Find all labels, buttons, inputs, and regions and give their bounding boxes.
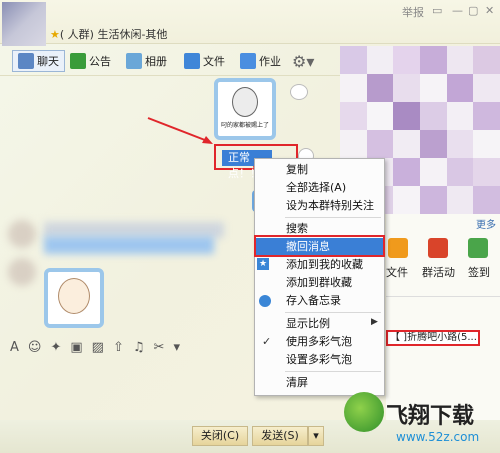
tab-chat[interactable]: 聊天: [12, 50, 65, 72]
avatar[interactable]: [8, 258, 36, 286]
activity-icon[interactable]: [428, 238, 448, 258]
sender-avatar[interactable]: [290, 84, 308, 100]
menu-item-special-follow[interactable]: 设为本群特别关注: [255, 197, 384, 215]
scissors-icon[interactable]: ✂: [154, 340, 174, 355]
menu-separator: [285, 312, 381, 313]
sticker-caption: 叼的家都被赐上了: [220, 122, 269, 129]
sticker-face: [232, 87, 258, 117]
close-button[interactable]: 关闭(C): [192, 426, 248, 446]
star-icon: ★: [50, 28, 60, 41]
image-icon[interactable]: ▨: [92, 340, 113, 355]
magic-icon[interactable]: ✦: [50, 340, 70, 355]
toolbar: 聊天 公告 相册 文件 作业 ⚙▾: [0, 46, 340, 76]
laughing-face-icon: [58, 278, 90, 314]
checkin-icon[interactable]: [468, 238, 488, 258]
more-icon[interactable]: ▾: [173, 340, 189, 355]
maximize-icon[interactable]: ▢: [468, 4, 478, 17]
menu-item-add-group-favorite[interactable]: 添加到群收藏: [255, 274, 384, 292]
font-icon[interactable]: A: [10, 340, 28, 355]
flag-icon: [70, 53, 86, 69]
divider: [386, 296, 500, 297]
app-label: 群活动: [422, 266, 455, 279]
input-toolbar: A☺✦▣▨⇧♫✂▾: [10, 340, 189, 355]
skin-icon[interactable]: ▭: [432, 4, 442, 17]
group-avatar[interactable]: [2, 2, 46, 46]
menu-item-select-all[interactable]: 全部选择(A): [255, 179, 384, 197]
context-menu: 复制 全部选择(A) 设为本群特别关注 搜索 撤回消息 ★ 添加到我的收藏 添加…: [254, 158, 385, 396]
tab-announcement[interactable]: 公告: [70, 50, 111, 72]
send-options-button[interactable]: ▾: [308, 426, 324, 446]
menu-item-clear[interactable]: 清屏: [255, 374, 384, 392]
photo-icon: [126, 53, 142, 69]
watermark-brand: 飞翔下载: [386, 404, 475, 429]
menu-item-zoom[interactable]: 显示比例: [255, 315, 384, 333]
gear-icon[interactable]: ⚙▾: [292, 50, 314, 72]
more-link[interactable]: 更多: [476, 216, 496, 231]
report-button[interactable]: 举报: [402, 4, 424, 20]
submenu-arrow-icon: ▶: [371, 317, 378, 327]
menu-item-memo[interactable]: 存入备忘录: [255, 292, 384, 310]
sticker-message[interactable]: [44, 268, 104, 328]
recall-highlight-box: [254, 235, 385, 257]
emoji-icon[interactable]: ☺: [28, 340, 51, 355]
upload-icon[interactable]: ⇧: [113, 340, 133, 355]
menu-separator: [285, 217, 381, 218]
gift-icon[interactable]: ▣: [70, 340, 91, 355]
menu-item-add-favorite[interactable]: 添加到我的收藏: [255, 256, 384, 274]
window-title: ★( 人群) 生活休闲-其他: [50, 28, 168, 41]
folder-icon: [184, 53, 200, 69]
send-button[interactable]: 发送(S): [252, 426, 308, 446]
document-icon: [240, 53, 256, 69]
blurred-message: [44, 236, 214, 254]
menu-item-set-bubble[interactable]: 设置多彩气泡: [255, 351, 384, 369]
minimize-icon[interactable]: —: [452, 4, 463, 17]
file-icon[interactable]: [388, 238, 408, 258]
close-icon[interactable]: ✕: [485, 4, 494, 17]
tab-files[interactable]: 文件: [184, 50, 225, 72]
app-label: 签到: [468, 266, 490, 279]
menu-item-copy[interactable]: 复制: [255, 161, 384, 179]
tab-homework[interactable]: 作业: [240, 50, 281, 72]
tab-album[interactable]: 相册: [126, 50, 167, 72]
watermark-logo: [344, 392, 384, 432]
announcement-item[interactable]: 【 ]折腾吧小路(5...: [386, 330, 480, 346]
app-label: 文件: [386, 266, 408, 279]
menu-item-use-bubble[interactable]: 使用多彩气泡: [255, 333, 384, 351]
avatar[interactable]: [8, 220, 36, 248]
chat-icon: [18, 53, 34, 69]
music-icon[interactable]: ♫: [133, 340, 154, 355]
menu-separator: [285, 371, 381, 372]
sticker-message[interactable]: 叼的家都被赐上了: [214, 78, 276, 140]
watermark-url: www.52z.com: [396, 430, 480, 444]
